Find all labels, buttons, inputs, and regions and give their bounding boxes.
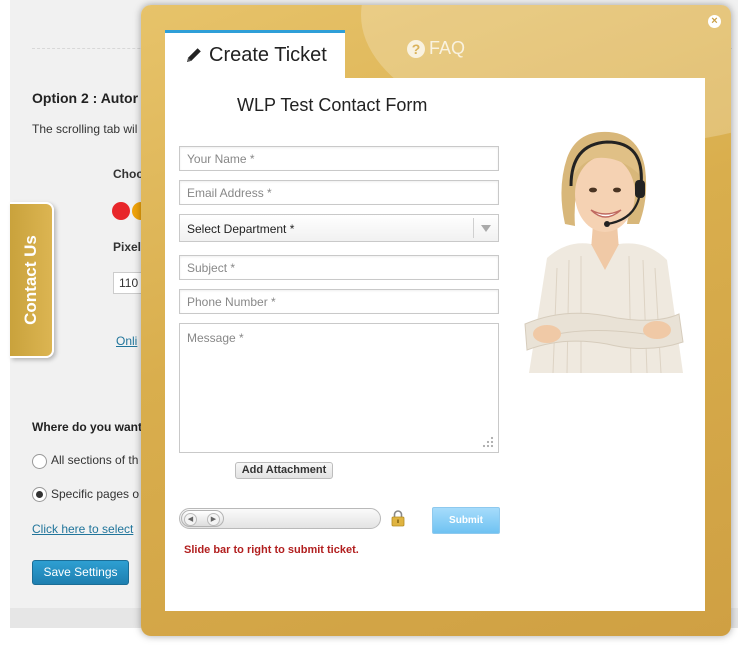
slide-hint: Slide bar to right to submit ticket. <box>184 544 359 556</box>
lock-icon <box>391 510 405 527</box>
radio-specific-pages-label: Specific pages o <box>51 487 140 501</box>
contact-us-label: Contact Us <box>21 235 40 325</box>
slider-handle[interactable]: ◀ ▶ <box>181 510 224 527</box>
department-select[interactable]: Select Department * <box>179 214 499 242</box>
form-title: WLP Test Contact Form <box>237 95 428 115</box>
submit-slider[interactable]: ◀ ▶ <box>179 508 381 529</box>
ticket-form-panel: WLP Test Contact Form Your Name * Email … <box>165 78 705 611</box>
color-swatch-red[interactable] <box>112 202 130 220</box>
submit-button[interactable]: Submit <box>432 507 500 534</box>
radio-all-sections[interactable] <box>32 454 47 469</box>
resize-grip-icon[interactable] <box>482 436 494 448</box>
support-agent-image <box>524 131 684 373</box>
tab-create-ticket[interactable]: Create Ticket <box>165 30 345 78</box>
select-pages-link[interactable]: Click here to select <box>32 522 133 536</box>
pencil-icon <box>187 48 201 62</box>
save-settings-button[interactable]: Save Settings <box>32 560 129 585</box>
tab-faq[interactable]: ? FAQ <box>407 38 465 62</box>
arrow-left-icon: ◀ <box>184 513 197 526</box>
select-divider <box>473 218 474 238</box>
arrow-right-icon: ▶ <box>207 513 220 526</box>
tab-create-ticket-label: Create Ticket <box>209 44 327 66</box>
add-attachment-button[interactable]: Add Attachment <box>235 462 333 479</box>
tab-faq-label: FAQ <box>429 38 466 58</box>
message-placeholder: Message * <box>187 331 244 345</box>
phone-field[interactable]: Phone Number * <box>179 289 499 314</box>
name-field[interactable]: Your Name * <box>179 146 499 171</box>
department-select-value: Select Department * <box>187 222 295 236</box>
contact-modal: × Create Ticket ? FAQ WLP Test Contact Fo… <box>141 5 731 636</box>
placement-heading: Where do you want <box>32 420 143 434</box>
pixel-label: Pixel <box>113 240 142 254</box>
chevron-down-icon <box>481 225 491 232</box>
question-icon: ? <box>407 40 425 58</box>
subject-field[interactable]: Subject * <box>179 255 499 280</box>
email-field[interactable]: Email Address * <box>179 180 499 205</box>
close-icon[interactable]: × <box>708 15 721 28</box>
choose-color-label: Choo <box>113 167 144 181</box>
radio-specific-pages[interactable] <box>32 487 47 502</box>
option-description: The scrolling tab wil <box>32 122 138 136</box>
option-heading: Option 2 : Autor <box>32 90 139 106</box>
radio-all-sections-label: All sections of th <box>51 453 139 467</box>
online-link[interactable]: Onli <box>116 334 137 348</box>
message-field[interactable]: Message * <box>179 323 499 453</box>
contact-us-side-tab[interactable]: Contact Us <box>10 202 54 358</box>
